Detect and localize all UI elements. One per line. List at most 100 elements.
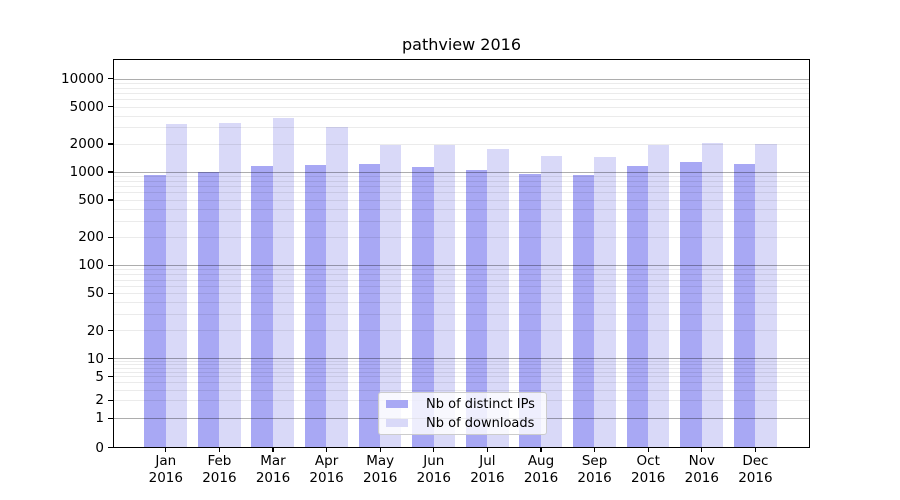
x-tick-month: May (340, 453, 420, 470)
x-tick-label: May2016 (340, 453, 420, 486)
minor-gridline (114, 200, 809, 201)
bar-distinct-ips (144, 175, 165, 448)
minor-gridline (114, 83, 809, 84)
bar-distinct-ips (305, 165, 326, 447)
minor-gridline (114, 293, 809, 294)
bar-distinct-ips (198, 172, 219, 448)
x-tick-year: 2016 (394, 470, 474, 487)
bar-downloads (755, 144, 776, 448)
x-tick-label: Sep2016 (555, 453, 635, 486)
x-tick-mark (648, 448, 649, 452)
bar-downloads (702, 143, 723, 447)
minor-gridline (114, 107, 809, 108)
minor-gridline (114, 93, 809, 94)
x-tick-label: Jan2016 (126, 453, 206, 486)
x-tick-year: 2016 (662, 470, 742, 487)
minor-gridline (114, 181, 809, 182)
x-tick-mark (326, 448, 327, 452)
bar-downloads (648, 145, 669, 448)
x-tick-label: Mar2016 (233, 453, 313, 486)
y-tick-label: 5 (0, 369, 104, 385)
x-tick-year: 2016 (555, 470, 635, 487)
bar-distinct-ips (359, 164, 380, 447)
minor-gridline (114, 237, 809, 238)
minor-gridline (114, 376, 809, 377)
minor-gridline (114, 88, 809, 89)
x-tick-month: Jan (126, 453, 206, 470)
x-tick-month: Mar (233, 453, 313, 470)
x-tick-year: 2016 (447, 470, 527, 487)
chart-title: pathview 2016 (113, 35, 810, 54)
minor-gridline (114, 390, 809, 391)
minor-gridline (114, 127, 809, 128)
x-tick-year: 2016 (233, 470, 313, 487)
minor-gridline (114, 99, 809, 100)
minor-gridline (114, 280, 809, 281)
minor-gridline (114, 286, 809, 287)
bar-distinct-ips (734, 164, 755, 447)
x-tick-mark (540, 448, 541, 452)
minor-gridline (114, 186, 809, 187)
minor-gridline (114, 361, 809, 362)
x-tick-mark (433, 448, 434, 452)
minor-gridline (114, 221, 809, 222)
x-tick-month: Jul (447, 453, 527, 470)
x-tick-year: 2016 (715, 470, 795, 487)
x-tick-mark (219, 448, 220, 452)
plot-area (113, 59, 810, 448)
x-tick-month: Sep (555, 453, 635, 470)
minor-gridline (114, 302, 809, 303)
x-tick-mark (594, 448, 595, 452)
x-tick-mark (755, 448, 756, 452)
minor-gridline (114, 274, 809, 275)
x-tick-month: Oct (608, 453, 688, 470)
legend-swatch-distinct-ips-icon (386, 400, 408, 409)
legend-item-downloads: Nb of downloads (386, 416, 546, 431)
y-tick-label: 200 (0, 229, 104, 245)
minor-gridline (114, 144, 809, 145)
y-tick-label: 1000 (0, 164, 104, 180)
legend-label-distinct-ips: Nb of distinct IPs (426, 397, 535, 412)
legend: Nb of distinct IPs Nb of downloads (378, 392, 547, 435)
y-tick-label: 20 (0, 323, 104, 339)
major-gridline (114, 265, 809, 266)
major-gridline (114, 358, 809, 359)
x-tick-mark (165, 448, 166, 452)
y-tick-label: 5000 (0, 99, 104, 115)
major-gridline (114, 79, 809, 80)
x-tick-label: Oct2016 (608, 453, 688, 486)
minor-gridline (114, 116, 809, 117)
minor-gridline (114, 209, 809, 210)
x-tick-label: Nov2016 (662, 453, 742, 486)
bar-downloads (273, 118, 294, 448)
minor-gridline (114, 382, 809, 383)
x-tick-month: Aug (501, 453, 581, 470)
bar-distinct-ips (680, 162, 701, 448)
major-gridline (114, 172, 809, 173)
x-tick-year: 2016 (287, 470, 367, 487)
x-tick-year: 2016 (179, 470, 259, 487)
y-tick-label: 0 (0, 440, 104, 456)
x-tick-year: 2016 (126, 470, 206, 487)
x-tick-month: Apr (287, 453, 367, 470)
minor-gridline (114, 176, 809, 177)
y-tick-label: 2 (0, 392, 104, 408)
x-tick-label: Apr2016 (287, 453, 367, 486)
minor-gridline (114, 372, 809, 373)
legend-item-distinct-ips: Nb of distinct IPs (386, 397, 546, 412)
x-tick-month: Feb (179, 453, 259, 470)
chart-figure: pathview 2016 10000500020001000500200100… (0, 0, 900, 500)
x-tick-label: Feb2016 (179, 453, 259, 486)
x-tick-mark (272, 448, 273, 452)
x-tick-label: Jul2016 (447, 453, 527, 486)
x-tick-label: Dec2016 (715, 453, 795, 486)
bar-distinct-ips (573, 175, 594, 447)
y-tick-label: 10 (0, 351, 104, 367)
minor-gridline (114, 314, 809, 315)
legend-label-downloads: Nb of downloads (426, 416, 534, 431)
x-tick-mark (487, 448, 488, 452)
x-tick-month: Dec (715, 453, 795, 470)
legend-swatch-downloads-icon (386, 419, 408, 428)
x-tick-mark (701, 448, 702, 452)
minor-gridline (114, 330, 809, 331)
